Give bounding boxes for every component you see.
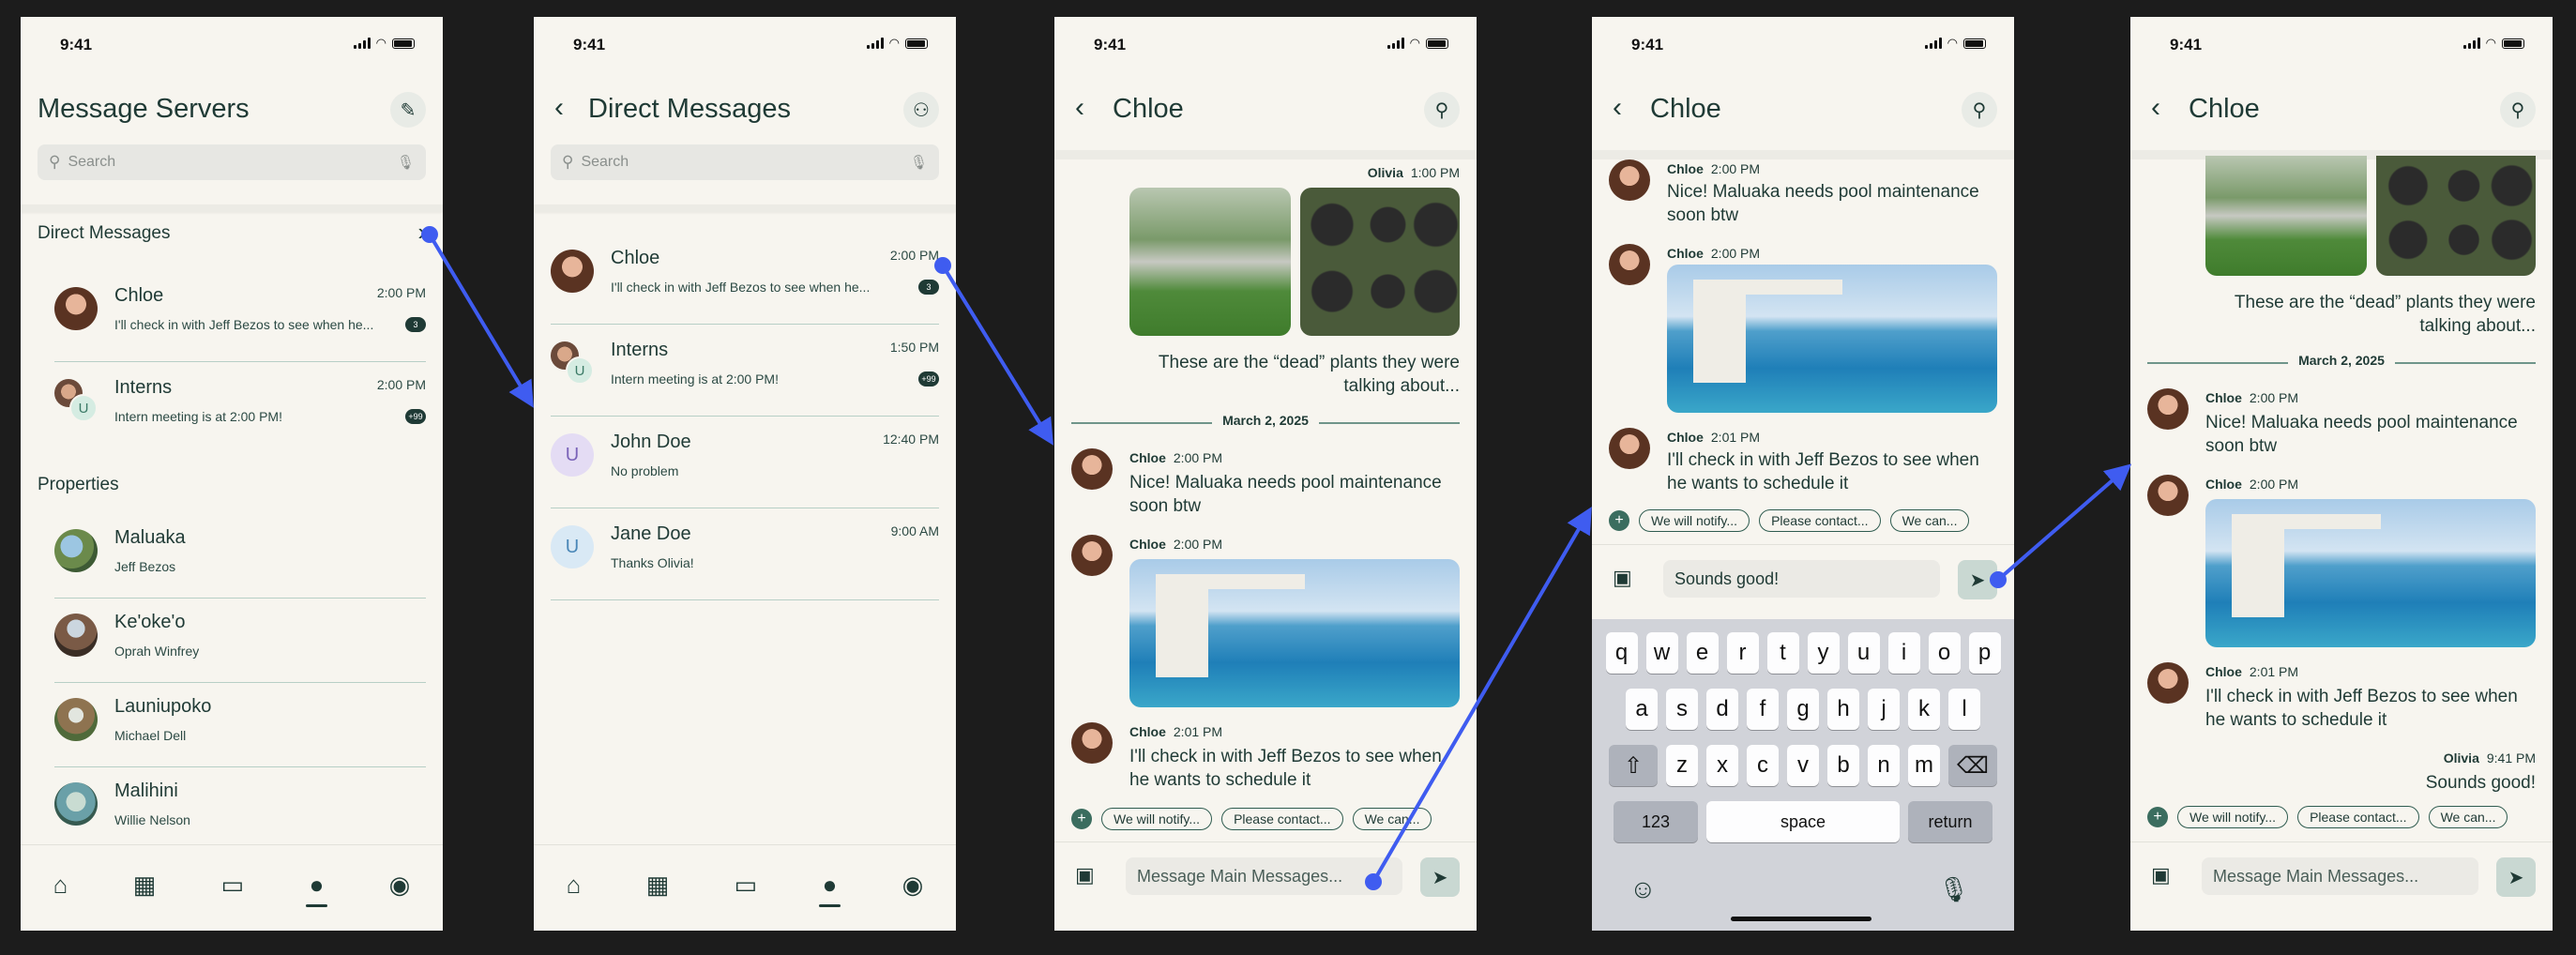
flow-arrow-2 bbox=[941, 264, 1053, 446]
flow-arrow-3 bbox=[1371, 507, 1592, 884]
flow-arrows bbox=[421, 226, 2132, 890]
flow-arrow-4 bbox=[1996, 463, 2132, 582]
flow-arrow-1 bbox=[428, 233, 534, 408]
